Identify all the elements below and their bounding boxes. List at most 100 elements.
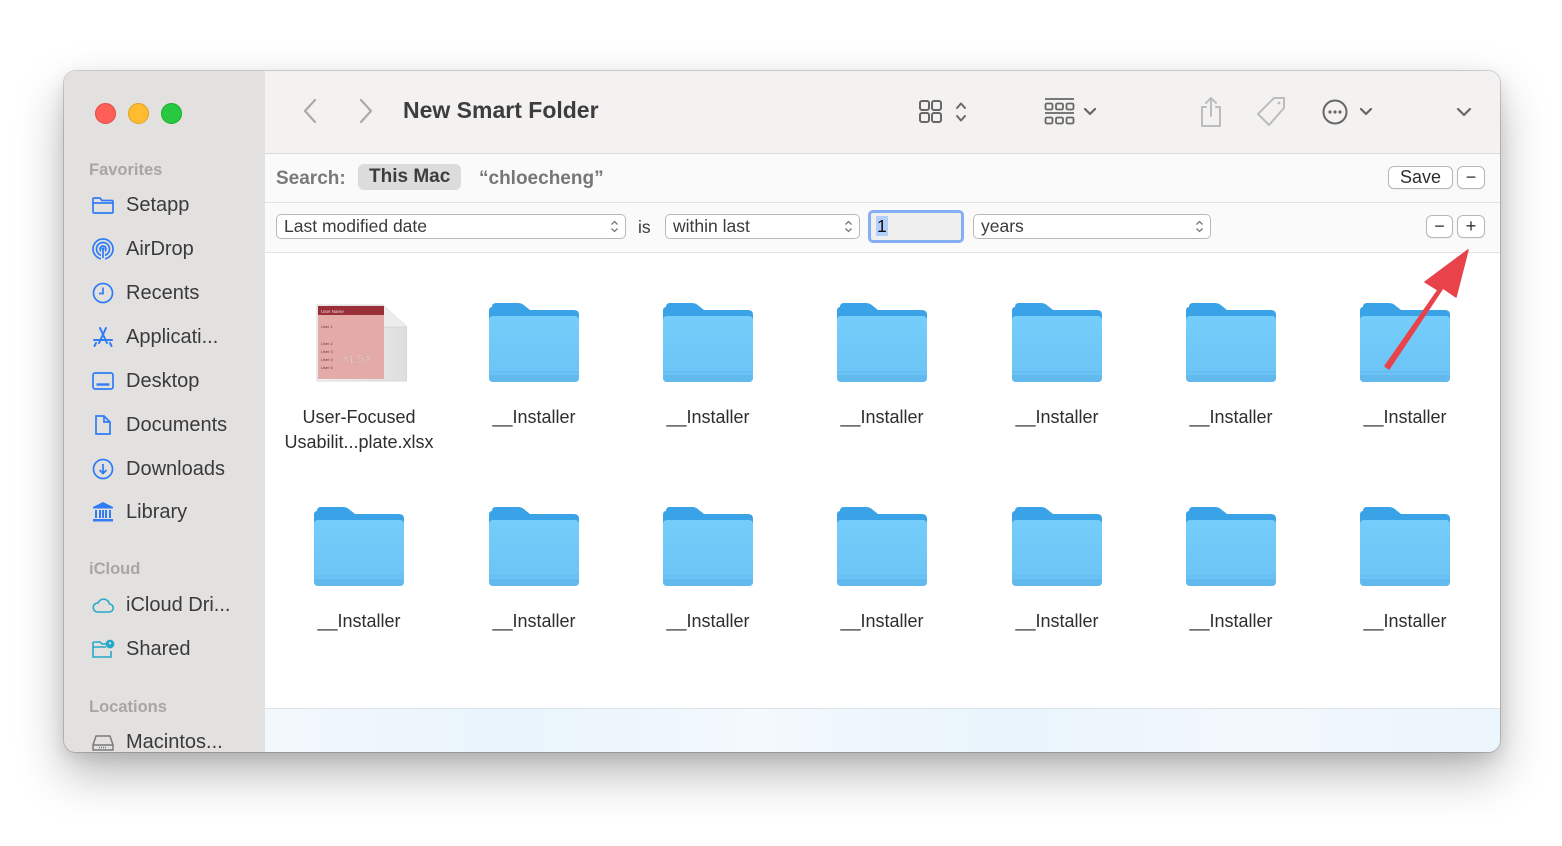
remove-criteria-button[interactable]: −: [1426, 215, 1453, 238]
folder-item[interactable]: __Installer: [623, 505, 793, 634]
file-item[interactable]: User Name User 1 User 2 User 3 User 4 Us…: [274, 301, 444, 455]
document-icon: [90, 413, 116, 437]
folder-item[interactable]: __Installer: [1146, 505, 1316, 634]
sidebar-item-label: Recents: [126, 281, 200, 304]
desktop-icon: [90, 369, 116, 393]
folder-item[interactable]: __Installer: [449, 505, 619, 634]
applications-icon: [90, 325, 116, 349]
folder-thumbnail[interactable]: [834, 301, 930, 385]
close-window-button[interactable]: [95, 103, 116, 124]
folder-thumbnail[interactable]: [1009, 301, 1105, 385]
item-name[interactable]: __Installer: [274, 609, 444, 634]
item-name[interactable]: __Installer: [1320, 405, 1490, 430]
file-thumbnail[interactable]: User Name User 1 User 2 User 3 User 4 Us…: [311, 301, 408, 385]
folder-thumbnail[interactable]: [834, 505, 930, 589]
icon-grid-icon: [919, 100, 966, 123]
folder-thumbnail[interactable]: [1183, 505, 1279, 589]
folder-thumbnail[interactable]: [1183, 301, 1279, 385]
sidebar-section-icloud: iCloud: [89, 560, 141, 578]
folder-thumbnail[interactable]: [1009, 505, 1105, 589]
more-actions-button[interactable]: [1320, 95, 1380, 129]
sidebar-item-applications[interactable]: Applicati...: [90, 322, 218, 352]
tags-button[interactable]: [1255, 93, 1289, 131]
folder-thumbnail[interactable]: [1357, 505, 1453, 589]
folder-icon: [1012, 507, 1102, 586]
clock-icon: [90, 281, 116, 305]
sidebar-item-icloud-drive[interactable]: iCloud Dri...: [90, 590, 230, 620]
item-name[interactable]: User-Focused Usabilit...plate.xlsx: [274, 405, 444, 455]
sidebar-item-shared[interactable]: Shared: [90, 634, 191, 664]
item-name[interactable]: __Installer: [972, 405, 1142, 430]
item-name-line: __Installer: [840, 611, 924, 631]
folder-thumbnail[interactable]: [660, 505, 756, 589]
sidebar-item-library[interactable]: Library: [90, 497, 187, 527]
item-name[interactable]: __Installer: [797, 405, 967, 430]
item-name[interactable]: __Installer: [972, 609, 1142, 634]
item-name[interactable]: __Installer: [623, 609, 793, 634]
sidebar-item-documents[interactable]: Documents: [90, 410, 227, 440]
item-name[interactable]: __Installer: [1320, 609, 1490, 634]
sidebar-item-label: Shared: [126, 637, 191, 660]
scope-this-mac[interactable]: This Mac: [358, 164, 462, 190]
sidebar-item-setapp[interactable]: Setapp: [90, 190, 189, 220]
item-name-line: __Installer: [1189, 407, 1273, 427]
item-name-line: __Installer: [666, 407, 750, 427]
folder-icon: [663, 303, 753, 382]
folder-item[interactable]: __Installer: [972, 301, 1142, 430]
item-name[interactable]: __Installer: [449, 405, 619, 430]
sidebar-item-recents[interactable]: Recents: [90, 278, 199, 308]
folder-thumbnail[interactable]: [660, 301, 756, 385]
view-mode-button[interactable]: [915, 95, 975, 129]
attribute-value: Last modified date: [284, 216, 428, 236]
folder-item[interactable]: __Installer: [274, 505, 444, 634]
value-field[interactable]: 1: [868, 210, 964, 243]
sidebar-item-macintosh-hd[interactable]: Macintos...: [90, 727, 223, 752]
folder-item[interactable]: __Installer: [972, 505, 1142, 634]
folder-thumbnail[interactable]: [486, 505, 582, 589]
item-name[interactable]: __Installer: [1146, 405, 1316, 430]
forward-button[interactable]: [353, 95, 379, 127]
folder-thumbnail[interactable]: [1357, 301, 1453, 385]
folder-item[interactable]: __Installer: [797, 301, 967, 430]
forward-chevron-icon: [359, 98, 373, 124]
folder-icon: [1012, 303, 1102, 382]
sidebar-item-desktop[interactable]: Desktop: [90, 366, 199, 396]
group-by-button[interactable]: [1041, 95, 1103, 129]
main-content: New Smart Folder Search: This Mac “chloe…: [265, 71, 1500, 752]
folder-item[interactable]: __Installer: [1146, 301, 1316, 430]
scope-user-folder[interactable]: “chloecheng”: [479, 168, 604, 190]
folder-icon: [837, 303, 927, 382]
sidebar-item-airdrop[interactable]: AirDrop: [90, 234, 194, 264]
item-name[interactable]: __Installer: [449, 609, 619, 634]
attribute-popup[interactable]: Last modified date: [276, 214, 626, 239]
sidebar-item-label: Setapp: [126, 193, 190, 216]
comparison-popup[interactable]: within last: [665, 214, 860, 239]
item-name[interactable]: __Installer: [797, 609, 967, 634]
share-button[interactable]: [1195, 93, 1227, 131]
item-name[interactable]: __Installer: [623, 405, 793, 430]
folder-item[interactable]: __Installer: [797, 505, 967, 634]
folder-item[interactable]: __Installer: [1320, 505, 1490, 634]
item-name[interactable]: __Installer: [1146, 609, 1316, 634]
next-row-partial: [265, 708, 1500, 752]
back-button[interactable]: [297, 95, 323, 127]
folder-thumbnail[interactable]: [311, 505, 407, 589]
sidebar-item-downloads[interactable]: Downloads: [90, 454, 225, 484]
toolbar-overflow-button[interactable]: [1453, 101, 1475, 123]
sidebar-item-label: iCloud Dri...: [126, 593, 231, 616]
folder-thumbnail[interactable]: [486, 301, 582, 385]
save-search-button[interactable]: Save: [1388, 166, 1453, 189]
folder-icon: [489, 303, 579, 382]
remove-search-button[interactable]: −: [1457, 166, 1485, 189]
group-by-icon: [1044, 98, 1097, 125]
folder-item[interactable]: __Installer: [1320, 301, 1490, 430]
folder-item[interactable]: __Installer: [449, 301, 619, 430]
xlsx-file-icon: User Name User 1 User 2 User 3 User 4 Us…: [316, 304, 408, 382]
item-name-line: __Installer: [317, 611, 401, 631]
unit-popup[interactable]: years: [973, 214, 1211, 239]
add-criteria-button[interactable]: +: [1457, 215, 1485, 238]
folder-item[interactable]: __Installer: [623, 301, 793, 430]
minimize-window-button[interactable]: [128, 103, 149, 124]
traffic-lights: [95, 103, 182, 124]
zoom-window-button[interactable]: [161, 103, 182, 124]
